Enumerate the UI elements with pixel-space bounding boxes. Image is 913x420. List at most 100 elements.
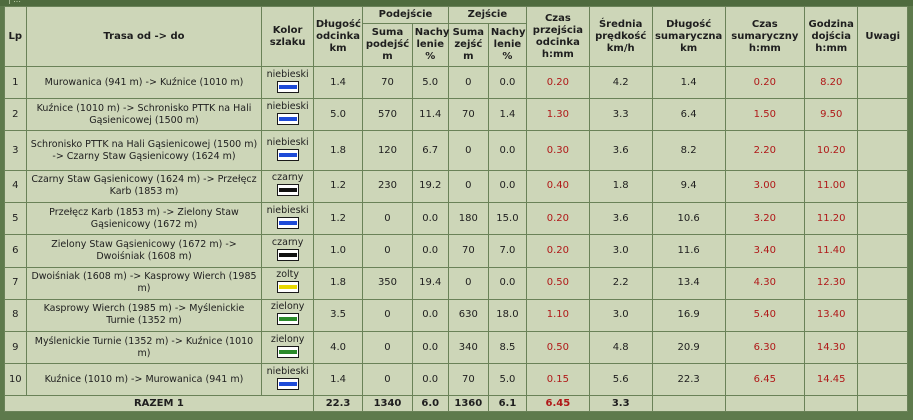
trail-marker-icon — [276, 216, 299, 229]
godzina-cell: 13.40 — [803, 298, 859, 332]
suma-zejsc-cell: 70 — [447, 234, 489, 268]
header-podejscie: Podejście — [362, 6, 449, 24]
srednia-predkosc-cell: 2.2 — [588, 266, 653, 300]
czas-sum-cell: 6.45 — [724, 363, 805, 397]
trail-marker-icon — [276, 148, 299, 161]
dlugosc-cell: 5.0 — [312, 98, 364, 132]
trail-marker-icon — [276, 80, 299, 93]
suma-podejsc-cell: 70 — [362, 65, 413, 100]
dlugosc-sum-cell: 11.6 — [651, 234, 726, 268]
suma-podejsc-cell: 0 — [362, 330, 413, 365]
trasa-cell: Zielony Staw Gąsienicowy (1672 m) -> Dwo… — [25, 234, 263, 268]
dlugosc-sum-cell: 13.4 — [651, 266, 726, 300]
total-srednia-predkosc: 3.3 — [588, 395, 653, 412]
trasa-cell: Kuźnice (1010 m) -> Schronisko PTTK na H… — [25, 98, 263, 132]
header-nachylenie-pod: Nachy lenie % — [411, 23, 449, 67]
total-empty-cell — [857, 395, 908, 412]
czas-cell: 0.20 — [525, 202, 590, 236]
trail-marker-icon — [276, 377, 299, 390]
header-zejscie: Zejście — [447, 6, 527, 24]
godzina-cell: 8.20 — [803, 65, 859, 100]
lp-cell: 9 — [4, 330, 27, 365]
dlugosc-cell: 1.0 — [312, 234, 364, 268]
czas-sum-cell: 2.20 — [724, 130, 805, 171]
header-row-1: Lp Trasa od -> do Kolor szlaku Długość o… — [4, 6, 908, 67]
kolor-cell: czarny — [261, 234, 314, 268]
header-kolor: Kolor szlaku — [261, 6, 314, 67]
header-lp: Lp — [4, 6, 27, 67]
godzina-cell: 10.20 — [803, 130, 859, 171]
nachylenie-zej-cell: 1.4 — [487, 98, 527, 132]
nachylenie-pod-cell: 19.4 — [411, 266, 449, 300]
dlugosc-cell: 3.5 — [312, 298, 364, 332]
srednia-predkosc-cell: 3.6 — [588, 130, 653, 171]
lp-cell: 6 — [4, 234, 27, 268]
dlugosc-cell: 1.8 — [312, 130, 364, 171]
trail-color-name: zolty — [276, 269, 300, 281]
lp-cell: 10 — [4, 363, 27, 397]
suma-podejsc-cell: 230 — [362, 169, 413, 204]
suma-podejsc-cell: 0 — [362, 234, 413, 268]
czas-sum-cell: 6.30 — [724, 330, 805, 365]
godzina-cell: 11.20 — [803, 202, 859, 236]
kolor-cell: zielony — [261, 330, 314, 365]
suma-podejsc-cell: 0 — [362, 202, 413, 236]
czas-sum-cell: 1.50 — [724, 98, 805, 132]
srednia-predkosc-cell: 1.8 — [588, 169, 653, 204]
kolor-cell: niebieski — [261, 202, 314, 236]
czas-sum-cell: 5.40 — [724, 298, 805, 332]
uwagi-cell — [857, 234, 908, 268]
trail-color-name: zielony — [270, 333, 305, 345]
srednia-predkosc-cell: 3.6 — [588, 202, 653, 236]
suma-zejsc-cell: 0 — [447, 169, 489, 204]
trail-color-name: niebieski — [266, 365, 309, 377]
lp-cell: 3 — [4, 130, 27, 171]
srednia-predkosc-cell: 4.8 — [588, 330, 653, 365]
uwagi-cell — [857, 298, 908, 332]
trail-marker-icon — [276, 112, 299, 125]
uwagi-cell — [857, 130, 908, 171]
suma-podejsc-cell: 120 — [362, 130, 413, 171]
table-row: 2 Kuźnice (1010 m) -> Schronisko PTTK na … — [4, 98, 908, 132]
czas-cell: 0.30 — [525, 130, 590, 171]
srednia-predkosc-cell: 4.2 — [588, 65, 653, 100]
total-nachylenie-zej: 6.1 — [487, 395, 527, 412]
total-czas: 6.45 — [525, 395, 590, 412]
route-table: Lp Trasa od -> do Kolor szlaku Długość o… — [4, 6, 908, 412]
godzina-cell: 14.45 — [803, 363, 859, 397]
dlugosc-sum-cell: 1.4 — [651, 65, 726, 100]
trail-marker-icon — [276, 313, 299, 326]
godzina-cell: 11.40 — [803, 234, 859, 268]
czas-cell: 0.40 — [525, 169, 590, 204]
header-dlugosc: Długość odcinka km — [312, 6, 364, 67]
trasa-cell: Kuźnice (1010 m) -> Murowanica (941 m) — [25, 363, 263, 397]
kolor-cell: niebieski — [261, 363, 314, 397]
lp-cell: 4 — [4, 169, 27, 204]
nachylenie-zej-cell: 0.0 — [487, 65, 527, 100]
nachylenie-zej-cell: 15.0 — [487, 202, 527, 236]
trail-marker-icon — [276, 184, 299, 197]
trail-color-name: niebieski — [266, 68, 309, 80]
czas-cell: 0.50 — [525, 266, 590, 300]
table-row: 6 Zielony Staw Gąsienicowy (1672 m) -> Dw… — [4, 234, 908, 268]
trasa-cell: Dwoiśniak (1608 m) -> Kasprowy Wierch (1… — [25, 266, 263, 300]
header-nachylenie-zej: Nachy lenie % — [487, 23, 527, 67]
nachylenie-zej-cell: 0.0 — [487, 169, 527, 204]
table-row: 8 Kasprowy Wierch (1985 m) -> Myślenickie… — [4, 298, 908, 332]
dlugosc-cell: 1.4 — [312, 363, 364, 397]
nachylenie-pod-cell: 0.0 — [411, 234, 449, 268]
suma-podejsc-cell: 0 — [362, 298, 413, 332]
table-row: 10 Kuźnice (1010 m) -> Murowanica (941 m)… — [4, 363, 908, 397]
header-suma-zejsc: Suma zejść m — [447, 23, 489, 67]
suma-podejsc-cell: 570 — [362, 98, 413, 132]
nachylenie-pod-cell: 0.0 — [411, 202, 449, 236]
dlugosc-sum-cell: 16.9 — [651, 298, 726, 332]
total-empty-cell — [803, 395, 859, 412]
kolor-cell: czarny — [261, 169, 314, 204]
total-suma-podejsc: 1340 — [362, 395, 413, 412]
uwagi-cell — [857, 98, 908, 132]
czas-cell: 1.30 — [525, 98, 590, 132]
nachylenie-pod-cell: 0.0 — [411, 330, 449, 365]
table-row: 4 Czarny Staw Gąsienicowy (1624 m) -> Prz… — [4, 169, 908, 204]
dlugosc-sum-cell: 6.4 — [651, 98, 726, 132]
